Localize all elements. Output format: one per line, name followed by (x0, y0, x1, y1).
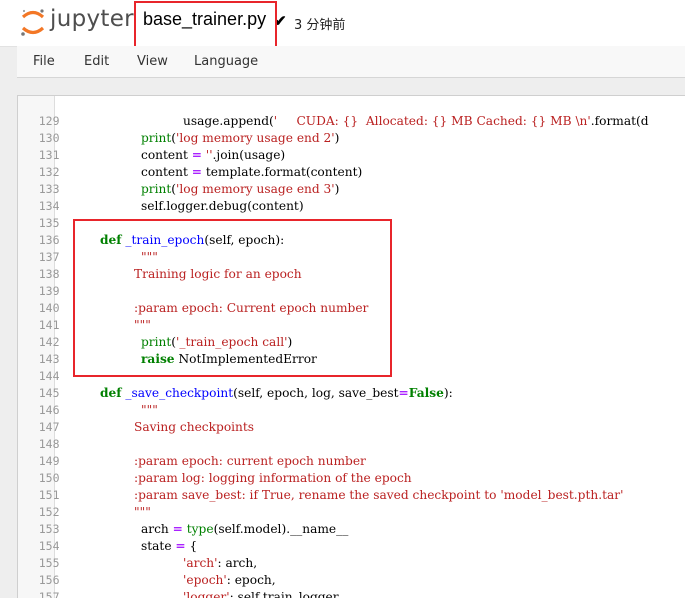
jupyter-logo-icon[interactable] (20, 7, 46, 37)
menu-file[interactable]: File (33, 54, 55, 69)
notebook-header: jupyter base_trainer.py ✔ 3 分钟前 (0, 0, 685, 47)
code-text: ): (443, 386, 453, 400)
code-operator: = (398, 386, 409, 400)
menu-bar: File Edit View Language (17, 46, 685, 78)
code-line[interactable]: 149 (18, 436, 685, 468)
code-constant: False (408, 386, 444, 400)
code-string: 'log memory usage end 3' (176, 182, 335, 196)
code-line[interactable]: 157 'epoch': epoch, (18, 572, 685, 598)
code-text: self.logger.debug(content) (141, 199, 304, 213)
code-operator: = (191, 165, 202, 179)
code-text: content (141, 148, 192, 162)
code-text: template.format(content) (201, 165, 363, 179)
code-line[interactable]: 135 self.logger.debug(content) (18, 198, 685, 230)
code-docstring: :param log: logging information of the e… (134, 471, 412, 485)
code-line[interactable]: 150 :param epoch: current epoch number (18, 453, 685, 485)
code-line[interactable]: 146 def _save_checkpoint(self, epoch, lo… (18, 385, 685, 417)
code-operator: = (175, 539, 186, 553)
code-builtin: type (186, 522, 214, 536)
code-line[interactable]: 152 :param save_best: if True, rename th… (18, 487, 685, 519)
code-line[interactable]: 134 print('log memory usage end 3') (18, 181, 685, 213)
code-string: 'log memory usage end 2' (176, 131, 335, 145)
code-line[interactable]: 155 state = { (18, 538, 685, 570)
code-text: state (141, 539, 176, 553)
code-line[interactable]: 130 usage.append(' CUDA: {} Allocated: {… (18, 113, 685, 145)
code-builtin: print (141, 182, 172, 196)
code-docstring: :param epoch: current epoch number (134, 454, 366, 468)
menu-edit[interactable]: Edit (84, 54, 109, 69)
code-line[interactable]: 148 Saving checkpoints (18, 419, 685, 451)
code-text: content (141, 165, 192, 179)
code-operator: = (191, 148, 202, 162)
code-string: '' (205, 148, 213, 162)
code-line[interactable]: 154 arch = type(self.model).__name__ (18, 521, 685, 553)
code-line[interactable]: 132 content = ''.join(usage) (18, 147, 685, 179)
code-docstring: :param save_best: if True, rename the sa… (134, 488, 624, 502)
code-text: : arch, (217, 556, 258, 570)
code-text: (self.model).__name__ (213, 522, 349, 536)
code-line[interactable]: 129 (18, 96, 685, 128)
code-text: arch (141, 522, 173, 536)
code-docstring: """ (134, 505, 151, 519)
code-function-name: _save_checkpoint (125, 386, 234, 400)
code-text: (self, epoch, log, save_best (233, 386, 399, 400)
code-line[interactable]: 147 """ (18, 402, 685, 434)
code-text: ) (334, 182, 340, 196)
code-text: .join(usage) (212, 148, 286, 162)
code-string: 'epoch' (183, 573, 227, 587)
code-line[interactable]: 151 :param log: logging information of t… (18, 470, 685, 502)
code-builtin: print (141, 131, 172, 145)
code-keyword: def (100, 386, 122, 400)
menu-language[interactable]: Language (194, 54, 258, 69)
code-line[interactable]: 131 print('log memory usage end 2') (18, 130, 685, 162)
code-line[interactable]: 153 """ (18, 504, 685, 536)
code-text: { (185, 539, 198, 553)
code-docstring: """ (141, 403, 158, 417)
code-text: : epoch, (226, 573, 276, 587)
code-text: .format(d (590, 114, 649, 128)
menu-view[interactable]: View (137, 54, 168, 69)
code-string: ' CUDA: {} Allocated: {} MB Cached: {} M… (273, 114, 591, 128)
title-highlight-box (134, 1, 277, 52)
jupyter-logo-text[interactable]: jupyter (50, 6, 134, 32)
code-docstring: Saving checkpoints (134, 420, 255, 434)
code-text: usage.append( (183, 114, 274, 128)
code-line[interactable]: 156 'arch': arch, (18, 555, 685, 587)
code-text: ) (334, 131, 340, 145)
code-operator: = (172, 522, 183, 536)
code-string: 'arch' (183, 556, 218, 570)
save-status: 3 分钟前 (294, 18, 346, 33)
code-line[interactable]: 133 content = template.format(content) (18, 164, 685, 196)
train-epoch-highlight-box (73, 219, 392, 377)
